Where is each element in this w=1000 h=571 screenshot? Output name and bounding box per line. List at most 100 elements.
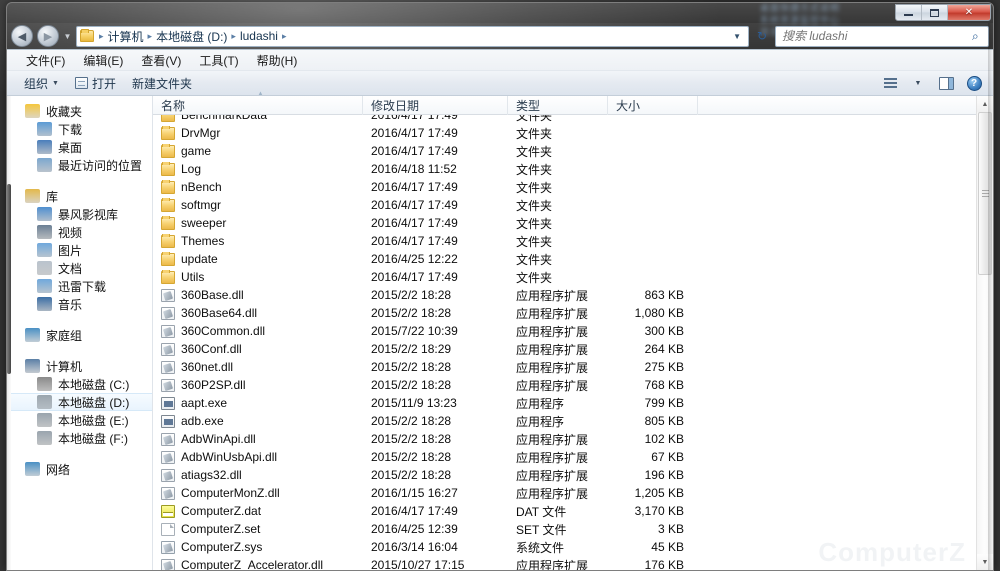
- table-row[interactable]: softmgr 2016/4/17 17:49 文件夹: [153, 196, 976, 214]
- chevron-down-icon[interactable]: ▼: [733, 32, 746, 41]
- scrollbar-thumb[interactable]: [978, 112, 992, 275]
- search-box[interactable]: ⌕: [775, 25, 989, 47]
- navpane-scrollbar-thumb[interactable]: [7, 184, 11, 374]
- menu-file[interactable]: 文件(F): [17, 52, 74, 69]
- sidebar-item-0-0[interactable]: 下载: [7, 120, 152, 138]
- view-dropdown-button[interactable]: ▼: [905, 73, 931, 93]
- table-row[interactable]: 360net.dll 2015/2/2 18:28 应用程序扩展 275 KB: [153, 358, 976, 376]
- cell-type: 文件夹: [516, 216, 553, 231]
- table-row[interactable]: ComputerZ_Accelerator.dll 2015/10/27 17:1…: [153, 556, 976, 570]
- music-icon: [37, 297, 52, 311]
- back-button[interactable]: ◀: [11, 25, 33, 47]
- exe-icon: [161, 414, 175, 428]
- help-button[interactable]: ?: [961, 73, 987, 93]
- breadcrumb-item-computer[interactable]: 计算机: [106, 28, 146, 45]
- table-row[interactable]: ComputerZ.dat 2016/4/17 17:49 DAT 文件 3,170 …: [153, 502, 976, 520]
- table-row[interactable]: Utils 2016/4/17 17:49 文件夹: [153, 268, 976, 286]
- breadcrumb[interactable]: ▸ 计算机 ▸ 本地磁盘 (D:) ▸ ludashi ▸ ▼: [76, 25, 749, 47]
- table-row[interactable]: 360Base64.dll 2015/2/2 18:28 应用程序扩展 1,080 K…: [153, 304, 976, 322]
- table-row[interactable]: ComputerMonZ.dll 2016/1/15 16:27 应用程序扩展 1,2…: [153, 484, 976, 502]
- file-name: DrvMgr: [181, 126, 221, 140]
- table-row[interactable]: AdbWinApi.dll 2015/2/2 18:28 应用程序扩展 102 KB: [153, 430, 976, 448]
- breadcrumb-separator-0[interactable]: ▸: [97, 31, 106, 42]
- search-input[interactable]: [782, 29, 972, 43]
- refresh-icon[interactable]: ↻: [753, 26, 771, 47]
- table-row[interactable]: 360Base.dll 2015/2/2 18:28 应用程序扩展 863 KB: [153, 286, 976, 304]
- preview-pane-button[interactable]: [933, 73, 959, 93]
- menu-help[interactable]: 帮助(H): [248, 52, 307, 69]
- sidebar-item-1-1[interactable]: 视频: [7, 223, 152, 241]
- table-row[interactable]: update 2016/4/25 12:22 文件夹: [153, 250, 976, 268]
- sidebar-item-1-3[interactable]: 文档: [7, 259, 152, 277]
- nav-header-label: 家庭组: [46, 328, 83, 343]
- breadcrumb-separator-1[interactable]: ▸: [146, 31, 155, 42]
- sidebar-item-label: 下载: [58, 122, 83, 137]
- menu-tools[interactable]: 工具(T): [190, 52, 247, 69]
- sidebar-item-1-0[interactable]: 暴风影视库: [7, 205, 152, 223]
- sidebar-item-1-4[interactable]: 迅雷下载: [7, 277, 152, 295]
- table-row[interactable]: game 2016/4/17 17:49 文件夹: [153, 142, 976, 160]
- cell-name: ComputerMonZ.dll: [153, 486, 363, 500]
- new-folder-button[interactable]: 新建文件夹: [125, 73, 199, 94]
- cell-date-modified: 2015/2/2 18:28: [371, 450, 452, 464]
- minimize-button[interactable]: [896, 5, 922, 20]
- sidebar-item-3-2[interactable]: 本地磁盘 (E:): [7, 411, 152, 429]
- column-header-date-modified[interactable]: 修改日期: [363, 95, 508, 115]
- folder-icon: [80, 29, 94, 42]
- table-row[interactable]: Themes 2016/4/17 17:49 文件夹: [153, 232, 976, 250]
- cell-date-modified: 2016/4/25 12:22: [371, 252, 458, 266]
- cell-date-modified: 2016/4/17 17:49: [371, 504, 458, 518]
- table-row[interactable]: nBench 2016/4/17 17:49 文件夹: [153, 178, 976, 196]
- column-header-name[interactable]: 名称: [153, 91, 363, 115]
- sidebar-item-3-3[interactable]: 本地磁盘 (F:): [7, 429, 152, 447]
- close-button[interactable]: ✕: [948, 5, 990, 20]
- table-row[interactable]: AdbWinUsbApi.dll 2015/2/2 18:28 应用程序扩展 67 K…: [153, 448, 976, 466]
- cell-type: 文件夹: [516, 198, 553, 213]
- sidebar-item-1-5[interactable]: 音乐: [7, 295, 152, 313]
- computer-icon: [25, 359, 40, 373]
- table-row[interactable]: BenchmarkData 2016/4/17 17:49 文件夹: [153, 115, 976, 124]
- table-row[interactable]: ComputerZ.sys 2016/3/14 16:04 系统文件 45 KB: [153, 538, 976, 556]
- maximize-button[interactable]: [922, 5, 948, 20]
- table-row[interactable]: atiags32.dll 2015/2/2 18:28 应用程序扩展 196 KB: [153, 466, 976, 484]
- table-row[interactable]: DrvMgr 2016/4/17 17:49 文件夹: [153, 124, 976, 142]
- scrollbar-track[interactable]: [977, 112, 993, 554]
- sidebar-item-0-1[interactable]: 桌面: [7, 138, 152, 156]
- table-row[interactable]: sweeper 2016/4/17 17:49 文件夹: [153, 214, 976, 232]
- history-dropdown-icon[interactable]: ▼: [63, 32, 72, 41]
- sidebar-item-3-0[interactable]: 本地磁盘 (C:): [7, 375, 152, 393]
- scroll-up-button[interactable]: ▲: [977, 96, 993, 112]
- table-row[interactable]: aapt.exe 2015/11/9 13:23 应用程序 799 KB: [153, 394, 976, 412]
- table-row[interactable]: 360P2SP.dll 2015/2/2 18:28 应用程序扩展 768 KB: [153, 376, 976, 394]
- search-icon[interactable]: ⌕: [972, 29, 984, 44]
- organize-button[interactable]: 组织 ▼: [17, 73, 66, 94]
- navpane-scrollbar-track[interactable]: [7, 96, 11, 570]
- open-button[interactable]: 打开: [68, 73, 123, 94]
- sidebar-item-1-2[interactable]: 图片: [7, 241, 152, 259]
- sidebar-item-3-1[interactable]: 本地磁盘 (D:): [7, 393, 152, 411]
- change-view-button[interactable]: [877, 73, 903, 93]
- table-row[interactable]: 360Common.dll 2015/7/22 10:39 应用程序扩展 300 KB: [153, 322, 976, 340]
- cell-date-modified: 2016/4/25 12:39: [371, 522, 458, 536]
- menu-edit[interactable]: 编辑(E): [74, 52, 132, 69]
- breadcrumb-item-local-disk-d[interactable]: 本地磁盘 (D:): [154, 28, 229, 45]
- breadcrumb-separator-2[interactable]: ▸: [229, 31, 238, 42]
- table-row[interactable]: 360Conf.dll 2015/2/2 18:29 应用程序扩展 264 KB: [153, 340, 976, 358]
- nav-header-network[interactable]: 网络: [7, 460, 152, 478]
- nav-header-star[interactable]: 收藏夹: [7, 102, 152, 120]
- breadcrumb-separator-3[interactable]: ▸: [280, 31, 289, 42]
- table-row[interactable]: adb.exe 2015/2/2 18:28 应用程序 805 KB: [153, 412, 976, 430]
- nav-header-computer[interactable]: 计算机: [7, 357, 152, 375]
- vertical-scrollbar[interactable]: ▲ ▼: [976, 96, 993, 570]
- column-header-size[interactable]: 大小: [608, 95, 698, 115]
- nav-header-homegroup[interactable]: 家庭组: [7, 326, 152, 344]
- forward-button[interactable]: ▶: [37, 25, 59, 47]
- scroll-down-button[interactable]: ▼: [977, 554, 993, 570]
- breadcrumb-item-ludashi[interactable]: ludashi: [238, 29, 280, 43]
- nav-header-library[interactable]: 库: [7, 187, 152, 205]
- sidebar-item-0-2[interactable]: 最近访问的位置: [7, 156, 152, 174]
- column-header-type[interactable]: 类型: [508, 95, 608, 115]
- table-row[interactable]: Log 2016/4/18 11:52 文件夹: [153, 160, 976, 178]
- menu-view[interactable]: 查看(V): [132, 52, 190, 69]
- table-row[interactable]: ComputerZ.set 2016/4/25 12:39 SET 文件 3 KB: [153, 520, 976, 538]
